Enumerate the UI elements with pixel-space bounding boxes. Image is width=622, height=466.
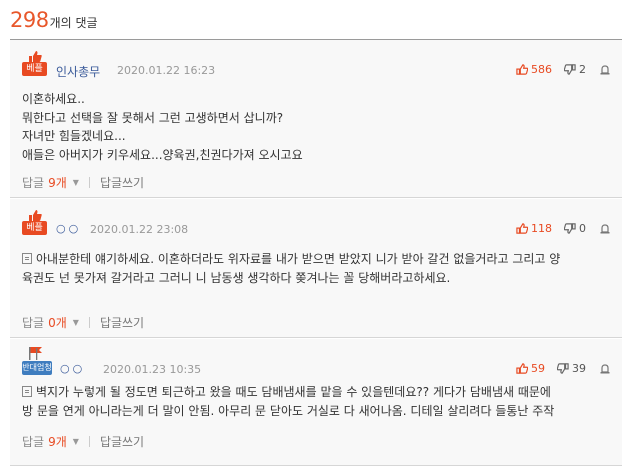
best-comment-badge: 베플: [22, 209, 48, 239]
divider: [88, 436, 90, 447]
comment-footer: 답글 9개 ▼ 답글쓰기: [22, 174, 144, 191]
comment-line: 아내분한테 얘기하세요. 이혼하더라도 위자료를 내가 받으면 받았지 니가 받…: [22, 250, 612, 269]
report-button[interactable]: [600, 363, 610, 374]
comment-date: 2020.01.22 16:23: [117, 64, 216, 77]
comment-text: 벽지가 누렇게 될 정도면 퇴근하고 왔을 때도 담배냄새를 맡을 수 있을텐데…: [36, 385, 551, 399]
downvote-button[interactable]: 0: [564, 222, 586, 235]
comment-author[interactable]: ○○: [60, 362, 85, 375]
reply-count[interactable]: 9개: [48, 174, 67, 191]
comment-votes: 59 39: [516, 362, 610, 375]
upvote-count: 118: [531, 222, 552, 235]
downvote-button[interactable]: 39: [557, 362, 586, 375]
report-button[interactable]: [600, 223, 610, 234]
comment-line: 육권도 넌 못가져 갈거라고 그러니 니 남동생 생각하다 쫒겨나는 꼴 당해버…: [22, 270, 451, 285]
divider: [88, 317, 90, 328]
reply-count-label[interactable]: 답글: [22, 433, 44, 450]
best-badge-label: 베플: [22, 62, 47, 76]
upvote-button[interactable]: 59: [516, 362, 545, 375]
comment-meta: 베플 ○○ 2020.01.22 23:08 118 0: [22, 209, 622, 239]
comment-line: 자녀만 힘들겠네요...: [22, 129, 126, 143]
thumbs-up-icon: [516, 223, 528, 234]
comment-author[interactable]: ○○: [56, 222, 81, 235]
upvote-count: 586: [531, 63, 552, 76]
thumbs-down-icon: [557, 363, 569, 374]
siren-icon: [600, 224, 610, 234]
caret-down-icon[interactable]: ▼: [73, 318, 79, 327]
comment-count-header: 298 개의 댓글: [10, 8, 98, 36]
opposed-badge-label: 반대엄청: [22, 361, 52, 375]
comment-body: 아내분한테 얘기하세요. 이혼하더라도 위자료를 내가 받으면 받았지 니가 받…: [22, 250, 612, 287]
upvote-button[interactable]: 118: [516, 222, 552, 235]
divider: [88, 177, 90, 188]
comment-text: 아내분한테 얘기하세요. 이혼하더라도 위자료를 내가 받으면 받았지 니가 받…: [36, 252, 561, 266]
comment-line: 벽지가 누렇게 될 정도면 퇴근하고 왔을 때도 담배냄새를 맡을 수 있을텐데…: [22, 383, 612, 402]
comment-date: 2020.01.22 23:08: [90, 223, 189, 236]
thumbs-down-icon: [564, 223, 576, 234]
comment-body: 이혼하세요.. 뭐한다고 선택을 잘 못해서 그런 고생하면서 삽니까? 자녀만…: [22, 90, 612, 164]
reply-count[interactable]: 9개: [48, 433, 67, 450]
memo-icon: [22, 386, 32, 397]
best-comment-badge: 베플: [22, 50, 48, 80]
upvote-count: 59: [531, 362, 545, 375]
comment-date: 2020.01.23 10:35: [103, 363, 202, 376]
write-reply-link[interactable]: 답글쓰기: [100, 433, 144, 450]
siren-icon: [600, 364, 610, 374]
write-reply-link[interactable]: 답글쓰기: [100, 174, 144, 191]
reply-count-label[interactable]: 답글: [22, 314, 44, 331]
flag-icon: [29, 347, 42, 360]
thumbs-up-icon: [516, 64, 528, 75]
comment-count-suffix: 개의 댓글: [49, 16, 98, 30]
comment-footer: 답글 9개 ▼ 답글쓰기: [22, 433, 144, 450]
comment-item: 베플 인사총무 2020.01.22 16:23 586 2 이혼하세요.. 뭐…: [10, 40, 622, 198]
comment-count: 298: [10, 8, 49, 32]
report-button[interactable]: [600, 64, 610, 75]
comment-line: 뭐한다고 선택을 잘 못해서 그런 고생하면서 삽니까?: [22, 110, 284, 125]
comment-item: 반대엄청 ○○ 2020.01.23 10:35 59 39 벽지가 누렇게 될…: [10, 339, 622, 466]
downvote-button[interactable]: 2: [564, 63, 586, 76]
caret-down-icon[interactable]: ▼: [73, 437, 79, 446]
reply-count-label[interactable]: 답글: [22, 174, 44, 191]
downvote-count: 39: [572, 362, 586, 375]
comment-votes: 586 2: [516, 63, 610, 76]
best-badge-label: 베플: [22, 221, 47, 235]
comment-line: 애들은 아버지가 키우세요...양육권,친권다가져 오시고요: [22, 147, 303, 162]
upvote-button[interactable]: 586: [516, 63, 552, 76]
comment-body: 벽지가 누렇게 될 정도면 퇴근하고 왔을 때도 담배냄새를 맡을 수 있을텐데…: [22, 383, 612, 420]
comment-meta: 반대엄청 ○○ 2020.01.23 10:35 59 39: [22, 347, 622, 379]
downvote-count: 0: [579, 222, 586, 235]
siren-icon: [600, 65, 610, 75]
comment-item: 베플 ○○ 2020.01.22 23:08 118 0 아내분한테 얘기하세요…: [10, 199, 622, 338]
comment-line: 방 문을 연게 아니라는게 더 말이 안됨. 아무리 문 닫아도 거실로 다 새…: [22, 403, 555, 418]
comment-footer: 답글 0개 ▼ 답글쓰기: [22, 314, 144, 331]
thumbs-down-icon: [564, 64, 576, 75]
comment-line: 이혼하세요..: [22, 92, 85, 106]
downvote-count: 2: [579, 63, 586, 76]
memo-icon: [22, 253, 32, 264]
comment-votes: 118 0: [516, 222, 610, 235]
comment-meta: 베플 인사총무 2020.01.22 16:23 586 2: [22, 50, 622, 80]
comment-author[interactable]: 인사총무: [56, 63, 100, 80]
reply-count[interactable]: 0개: [48, 314, 67, 331]
opposed-comment-badge: 반대엄청: [22, 347, 52, 379]
write-reply-link[interactable]: 답글쓰기: [100, 314, 144, 331]
thumbs-up-icon: [516, 363, 528, 374]
caret-down-icon[interactable]: ▼: [73, 178, 79, 187]
